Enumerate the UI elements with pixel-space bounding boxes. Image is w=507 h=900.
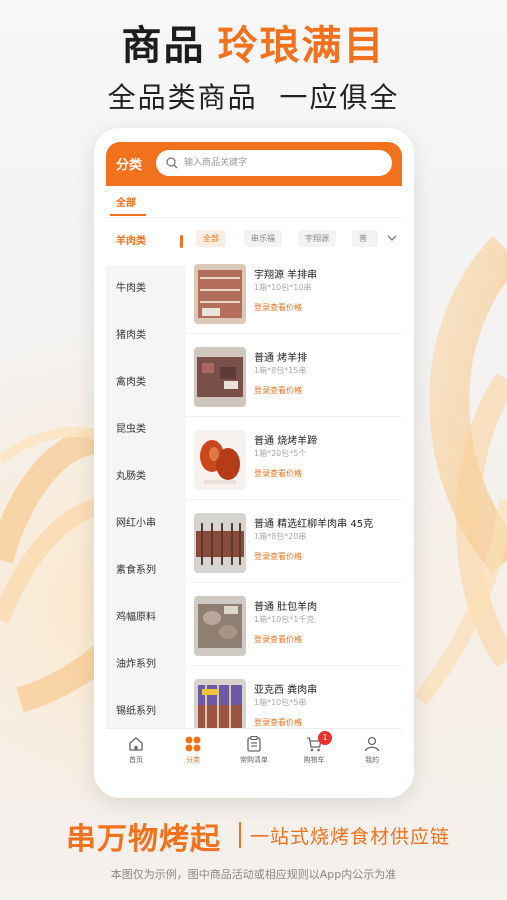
search-icon: [166, 157, 178, 169]
product-name: 普通 肚包羊肉: [254, 602, 318, 613]
slogan-main: 串万物烤起: [66, 822, 221, 857]
nav-label: 常购清单: [240, 756, 268, 764]
headline-accent: 玲琅满目: [217, 23, 386, 69]
product-name: 亚克西 粪肉串: [254, 685, 318, 696]
product-list: 宇翔源 羊排串 1箱*10包*10串 登录查看价格 普通 烤羊排 1箱*8包*1…: [186, 252, 402, 728]
nav-label: 我的: [365, 756, 379, 764]
nav-frequent-list[interactable]: 常购清单: [224, 735, 284, 765]
list-icon: [247, 736, 261, 752]
product-image: [194, 596, 246, 656]
sidebar-item-label: 油炸系列: [116, 659, 156, 670]
promo-subline: 全品类商品 一应俱全: [107, 81, 400, 114]
sidebar-item-sausage[interactable]: 丸肠类: [106, 453, 186, 500]
product-image: [194, 430, 246, 490]
product-spec: 1箱*8包*15串: [254, 366, 307, 375]
filter-chip-brand[interactable]: 普: [352, 230, 378, 247]
sidebar-item-poultry[interactable]: 禽肉类: [106, 359, 186, 406]
promo-header: 商品 玲琅满目 全品类商品 一应俱全: [0, 18, 507, 118]
disclaimer: 本图仅为示例，图中商品活动或相应规则以App内公示为准: [110, 868, 397, 881]
product-card[interactable]: 亚克西 粪肉串 1箱*10包*5串 登录查看价格: [186, 667, 402, 728]
nav-profile[interactable]: 我的: [342, 735, 402, 765]
product-name: 宇翔源 羊排串: [254, 270, 318, 281]
product-image: [194, 513, 246, 573]
home-icon: [129, 737, 143, 751]
sidebar-item-label: 锡纸系列: [116, 706, 156, 717]
sidebar-item-label: 网红小串: [116, 518, 156, 529]
category-sidebar: 羊肉类 牛肉类 猪肉类 禽肉类 昆虫类 丸肠类 网红小串 素食系列 鸡幅原料 油…: [106, 218, 186, 728]
chevron-down-icon[interactable]: [386, 232, 398, 244]
tab-underline: [110, 214, 146, 216]
login-to-view-price[interactable]: 登录查看价格: [254, 634, 302, 645]
product-spec: 1箱*10包*1千克: [254, 615, 315, 624]
sidebar-item-vegetarian[interactable]: 素食系列: [106, 547, 186, 594]
product-card[interactable]: 普通 精选红柳羊肉串 45克 1箱*8包*20串 登录查看价格: [186, 501, 402, 583]
sidebar-item-pork[interactable]: 猪肉类: [106, 312, 186, 359]
product-spec: 1箱*10包*5串: [254, 698, 307, 707]
product-name: 普通 烧烤羊蹄: [254, 436, 318, 447]
filter-chip-brand[interactable]: 宇翔源: [298, 230, 336, 247]
bottom-nav: 首页 分类 常购清单 1 购物车 我的: [106, 728, 402, 774]
filter-chip-brand[interactable]: 串乐福: [244, 230, 282, 247]
product-name: 普通 精选红柳羊肉串 45克: [254, 519, 374, 530]
product-image: [194, 264, 246, 324]
slogan-divider: [239, 822, 241, 848]
sidebar-item-beef[interactable]: 牛肉类: [106, 265, 186, 312]
active-indicator: [180, 235, 183, 248]
sidebar-item-label: 猪肉类: [116, 330, 146, 341]
nav-cart[interactable]: 1 购物车: [284, 731, 344, 765]
product-image: [194, 347, 246, 407]
login-to-view-price[interactable]: 登录查看价格: [254, 551, 302, 562]
nav-label: 购物车: [303, 756, 325, 764]
product-card[interactable]: 宇翔源 羊排串 1箱*10包*10串 登录查看价格: [186, 252, 402, 334]
slogan-sub: 一站式烧烤食材供应链: [250, 826, 451, 848]
brand-filter-bar: 全部 串乐福 宇翔源 普: [186, 224, 402, 252]
product-name: 普通 烤羊排: [254, 353, 308, 364]
tab-all[interactable]: 全部: [116, 194, 136, 209]
sidebar-item-label: 牛肉类: [116, 283, 146, 294]
nav-label: 首页: [129, 756, 143, 764]
phone-mockup: 分类 全部 羊肉类 牛肉类 猪肉类 禽肉类 昆虫类 丸肠类 网红小串 素食系列 …: [94, 128, 414, 798]
nav-home[interactable]: 首页: [106, 735, 166, 765]
sidebar-item-lamb[interactable]: 羊肉类: [106, 218, 186, 265]
sidebar-item-label: 禽肉类: [116, 377, 146, 388]
product-spec: 1箱*8包*20串: [254, 532, 307, 541]
top-tabs: 全部: [106, 186, 402, 218]
sidebar-item-chicken-material[interactable]: 鸡幅原料: [106, 594, 186, 641]
login-to-view-price[interactable]: 登录查看价格: [254, 385, 302, 396]
nav-label: 分类: [186, 756, 200, 764]
user-icon: [364, 736, 380, 752]
nav-category[interactable]: 分类: [163, 735, 223, 765]
sidebar-item-label: 丸肠类: [116, 471, 146, 482]
product-spec: 1箱*10包*10串: [254, 283, 312, 292]
cart-badge: 1: [318, 731, 332, 745]
product-card[interactable]: 普通 肚包羊肉 1箱*10包*1千克 登录查看价格: [186, 584, 402, 666]
login-to-view-price[interactable]: 登录查看价格: [254, 717, 302, 728]
headline-dark: 商品: [121, 23, 206, 69]
page-title: 分类: [116, 158, 143, 173]
sidebar-item-label: 鸡幅原料: [116, 612, 156, 623]
app-header: 分类: [106, 142, 402, 186]
sidebar-item-trending[interactable]: 网红小串: [106, 500, 186, 547]
login-to-view-price[interactable]: 登录查看价格: [254, 468, 302, 479]
login-to-view-price[interactable]: 登录查看价格: [254, 302, 302, 313]
sidebar-item-insects[interactable]: 昆虫类: [106, 406, 186, 453]
product-spec: 1箱*20包*5个: [254, 449, 307, 458]
sidebar-item-label: 羊肉类: [116, 236, 146, 247]
search-input[interactable]: [184, 154, 374, 172]
search-box[interactable]: [156, 150, 392, 176]
promo-headline: 商品 玲琅满目: [0, 18, 507, 74]
sidebar-item-label: 素食系列: [116, 565, 156, 576]
category-icon: [185, 736, 201, 752]
product-card[interactable]: 普通 烤羊排 1箱*8包*15串 登录查看价格: [186, 335, 402, 417]
sidebar-item-label: 昆虫类: [116, 424, 146, 435]
product-image: [194, 679, 246, 728]
filter-chip-all[interactable]: 全部: [196, 230, 226, 247]
sidebar-item-fried[interactable]: 油炸系列: [106, 641, 186, 688]
product-card[interactable]: 普通 烧烤羊蹄 1箱*20包*5个 登录查看价格: [186, 418, 402, 500]
